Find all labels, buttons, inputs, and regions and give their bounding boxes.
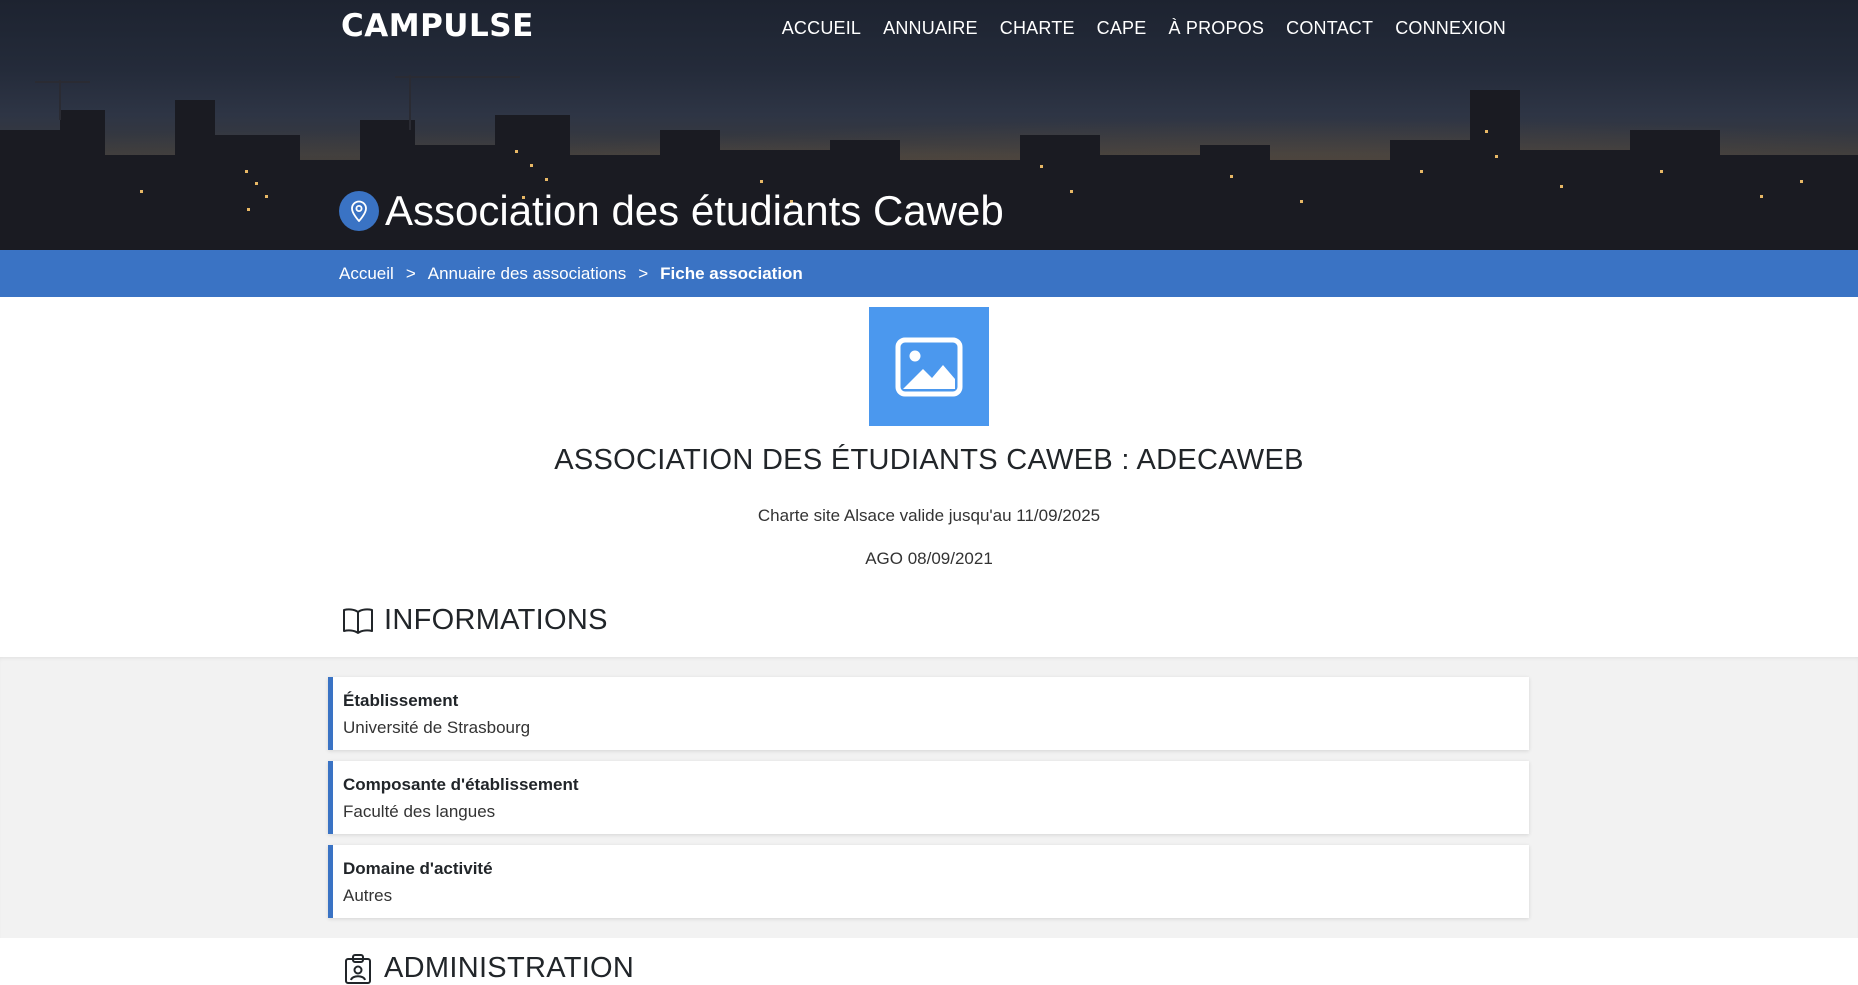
nav-contact[interactable]: CONTACT — [1286, 18, 1373, 39]
administration-section-title: ADMINISTRATION — [342, 952, 634, 985]
info-card-domaine: Domaine d'activité Autres — [328, 845, 1529, 918]
info-card-composante: Composante d'établissement Faculté des l… — [328, 761, 1529, 834]
page-title: Association des étudiants Caweb — [385, 187, 1004, 234]
info-value: Faculté des langues — [343, 802, 496, 821]
top-navigation: ACCUEIL ANNUAIRE CHARTE CAPE À PROPOS CO… — [782, 18, 1506, 39]
breadcrumb: Accueil > Annuaire des associations > Fi… — [0, 250, 1858, 297]
info-label: Domaine d'activité — [343, 859, 493, 878]
breadcrumb-separator: > — [405, 263, 416, 283]
clipboard-user-icon — [345, 953, 371, 984]
administration-title: ADMINISTRATION — [384, 952, 635, 984]
association-name: ASSOCIATION DES ÉTUDIANTS CAWEB : ADECAW… — [554, 444, 1304, 476]
charte-validity: Charte site Alsace valide jusqu'au 11/09… — [757, 506, 1101, 525]
brand-logo[interactable]: CAMPULSE — [341, 8, 534, 44]
page-heading: Association des étudiants Caweb — [339, 190, 1004, 232]
ago-date: AGO 08/09/2021 — [865, 549, 993, 568]
breadcrumb-accueil[interactable]: Accueil — [339, 264, 394, 284]
info-value: Autres — [343, 886, 393, 905]
informations-title: INFORMATIONS — [384, 604, 608, 636]
image-placeholder-icon — [869, 307, 989, 426]
book-icon — [343, 607, 373, 634]
info-label: Composante d'établissement — [343, 775, 579, 794]
info-value: Université de Strasbourg — [343, 718, 531, 737]
breadcrumb-trail: Accueil > Annuaire des associations > Fi… — [339, 264, 803, 284]
informations-section-title: INFORMATIONS — [342, 604, 608, 637]
breadcrumb-current: Fiche association — [660, 263, 803, 283]
nav-charte[interactable]: CHARTE — [1000, 18, 1075, 39]
breadcrumb-annuaire[interactable]: Annuaire des associations — [428, 264, 626, 284]
nav-cape[interactable]: CAPE — [1097, 18, 1147, 39]
info-card-etablissement: Établissement Université de Strasbourg — [328, 677, 1529, 750]
nav-connexion[interactable]: CONNEXION — [1395, 18, 1506, 39]
nav-annuaire[interactable]: ANNUAIRE — [883, 18, 978, 39]
hero-header: CAMPULSE ACCUEIL ANNUAIRE CHARTE CAPE À … — [0, 0, 1858, 250]
nav-accueil[interactable]: ACCUEIL — [782, 18, 861, 39]
map-pin-icon — [339, 191, 379, 231]
breadcrumb-separator: > — [638, 263, 649, 283]
info-label: Établissement — [343, 691, 459, 710]
nav-a-propos[interactable]: À PROPOS — [1168, 18, 1264, 39]
